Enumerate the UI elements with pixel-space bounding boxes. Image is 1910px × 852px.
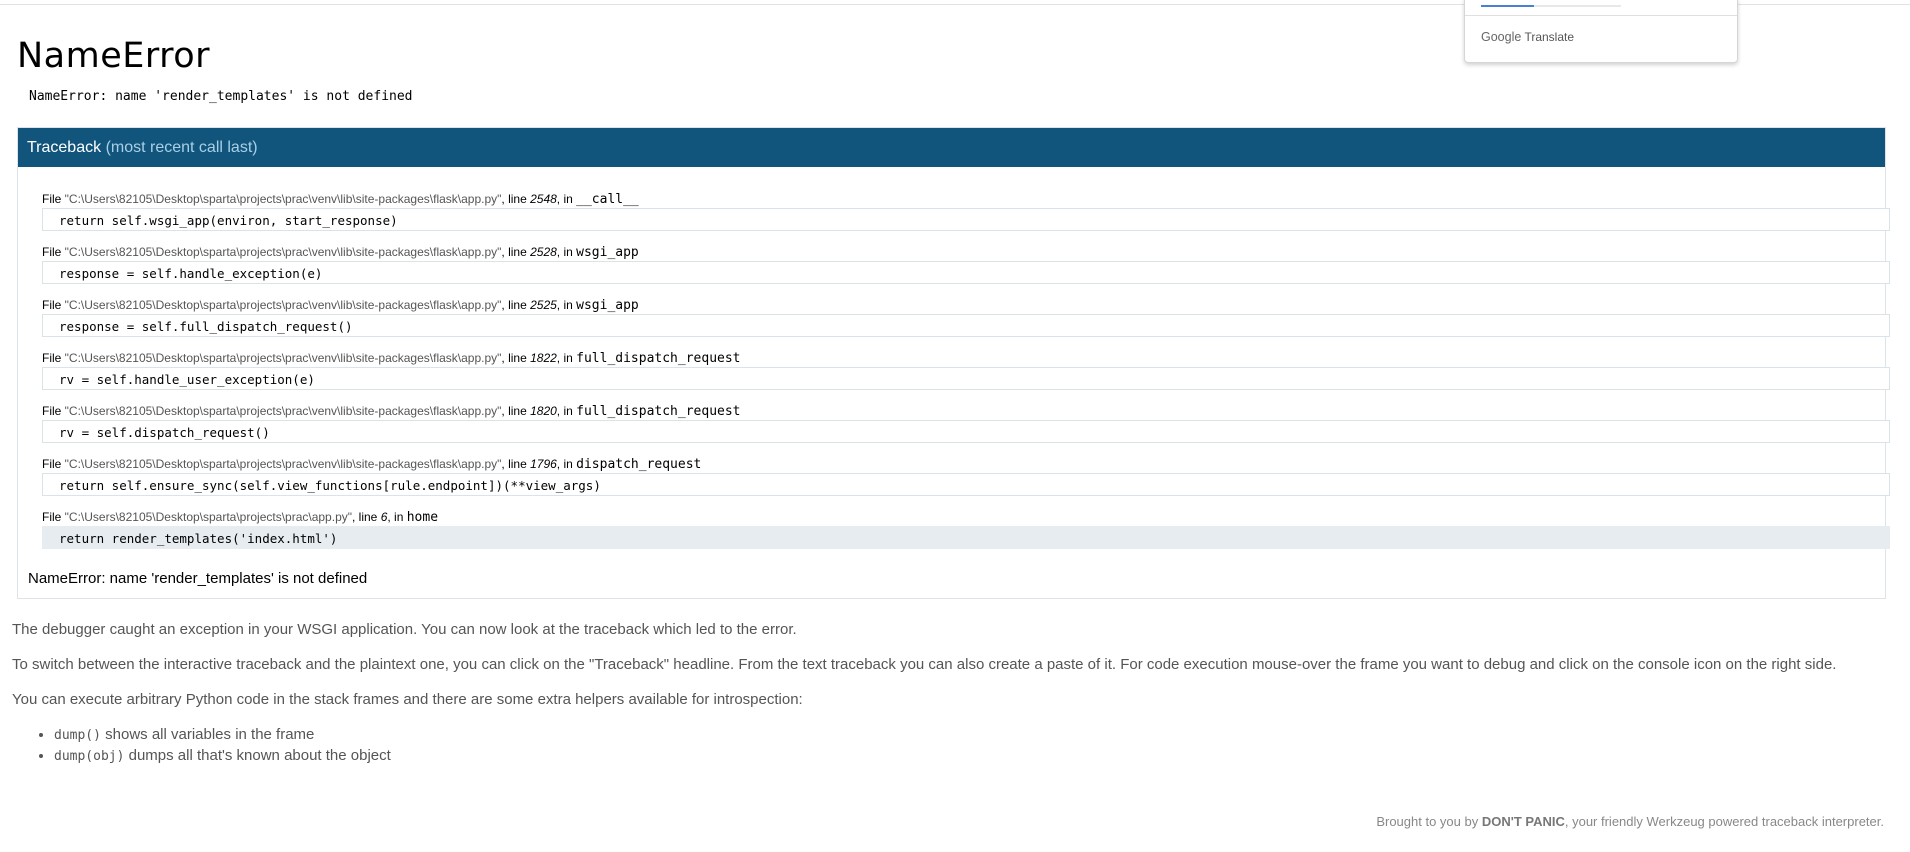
traceback-header-sub: (most recent call last) — [105, 139, 258, 156]
frame-location: File "C:\Users\82105\Desktop\sparta\proj… — [42, 508, 1890, 526]
explanation-paragraph: You can execute arbitrary Python code in… — [12, 691, 803, 708]
frame-code[interactable]: return render_templates('index.html') — [42, 526, 1890, 549]
frame-location: File "C:\Users\82105\Desktop\sparta\proj… — [42, 190, 1890, 208]
frame-line-number: 1796 — [530, 457, 557, 471]
frame-line-label: , line — [501, 245, 531, 259]
footer-brand: DON'T PANIC — [1481, 814, 1565, 829]
frame-in-label: , in — [556, 192, 577, 206]
frame-filename: "C:\Users\82105\Desktop\sparta\projects\… — [64, 457, 502, 471]
traceback-header-label[interactable]: Traceback — [27, 139, 101, 156]
frame-function: wsgi_app — [576, 245, 639, 260]
frame-prefix: File — [42, 404, 65, 418]
helper-list: dump() shows all variables in the frame … — [12, 725, 1862, 767]
final-error: NameError: name 'render_templates' is no… — [28, 570, 368, 587]
error-message: NameError: name 'render_templates' is no… — [29, 89, 413, 104]
frame-line-number: 2548 — [530, 192, 557, 206]
page-title: NameError — [17, 36, 211, 76]
traceback-frame[interactable]: File "C:\Users\82105\Desktop\sparta\proj… — [42, 296, 1890, 337]
traceback-frame[interactable]: File "C:\Users\82105\Desktop\sparta\proj… — [42, 455, 1890, 496]
frame-filename: "C:\Users\82105\Desktop\sparta\projects\… — [64, 298, 502, 312]
frame-line-label: , line — [501, 298, 531, 312]
frame-prefix: File — [42, 351, 65, 365]
google-logo-text: Google — [1481, 30, 1522, 44]
frame-function: wsgi_app — [576, 298, 639, 313]
explanation-paragraph: To switch between the interactive traceb… — [12, 656, 1837, 673]
frame-prefix: File — [42, 510, 65, 524]
frame-line-label: , line — [501, 404, 531, 418]
frame-prefix: File — [42, 457, 65, 471]
frame-code[interactable]: rv = self.dispatch_request() — [42, 420, 1890, 443]
explanation-paragraph: The debugger caught an exception in your… — [12, 621, 797, 638]
frame-function: __call__ — [576, 192, 639, 207]
frame-filename: "C:\Users\82105\Desktop\sparta\projects\… — [64, 404, 502, 418]
frame-code[interactable]: rv = self.handle_user_exception(e) — [42, 367, 1890, 390]
google-translate-popup[interactable]: Google Translate — [1464, 0, 1738, 63]
frame-code[interactable]: response = self.full_dispatch_request() — [42, 314, 1890, 337]
helper-text: shows all variables in the frame — [100, 726, 315, 743]
google-translate-label: Google Translate — [1481, 30, 1574, 44]
divider — [1465, 15, 1737, 16]
translate-progress-fill — [1481, 5, 1535, 7]
traceback-header[interactable]: Traceback (most recent call last) — [18, 128, 1885, 167]
frame-in-label: , in — [556, 351, 577, 365]
traceback-frame[interactable]: File "C:\Users\82105\Desktop\sparta\proj… — [42, 190, 1890, 231]
frame-filename: "C:\Users\82105\Desktop\sparta\projects\… — [64, 192, 502, 206]
frame-line-number: 2528 — [530, 245, 557, 259]
frame-code[interactable]: return self.wsgi_app(environ, start_resp… — [42, 208, 1890, 231]
frame-in-label: , in — [556, 404, 577, 418]
frame-line-label: , line — [501, 457, 531, 471]
frame-line-label: , line — [501, 192, 531, 206]
traceback-frame[interactable]: File "C:\Users\82105\Desktop\sparta\proj… — [42, 508, 1890, 549]
frame-line-label: , line — [352, 510, 381, 524]
frame-line-number: 2525 — [530, 298, 557, 312]
list-item: dump(obj) dumps all that's known about t… — [54, 746, 1862, 767]
frame-location: File "C:\Users\82105\Desktop\sparta\proj… — [42, 296, 1890, 314]
footer-suffix: , your friendly Werkzeug powered traceba… — [1564, 814, 1884, 829]
frame-list: File "C:\Users\82105\Desktop\sparta\proj… — [42, 190, 1890, 561]
traceback-frame[interactable]: File "C:\Users\82105\Desktop\sparta\proj… — [42, 349, 1890, 390]
traceback-panel: Traceback (most recent call last) File "… — [17, 127, 1890, 599]
traceback-frame[interactable]: File "C:\Users\82105\Desktop\sparta\proj… — [42, 402, 1890, 443]
frame-prefix: File — [42, 298, 65, 312]
frame-code[interactable]: response = self.handle_exception(e) — [42, 261, 1890, 284]
helper-text: dumps all that's known about the object — [124, 747, 391, 764]
frame-line-number: 1822 — [530, 351, 557, 365]
list-item: dump() shows all variables in the frame — [54, 725, 1862, 746]
frame-location: File "C:\Users\82105\Desktop\sparta\proj… — [42, 455, 1890, 473]
footer-prefix: Brought to you by — [1376, 814, 1482, 829]
frame-filename: "C:\Users\82105\Desktop\sparta\projects\… — [64, 510, 352, 524]
traceback-frame[interactable]: File "C:\Users\82105\Desktop\sparta\proj… — [42, 243, 1890, 284]
frame-function: dispatch_request — [576, 457, 702, 472]
frame-location: File "C:\Users\82105\Desktop\sparta\proj… — [42, 349, 1890, 367]
frame-in-label: , in — [556, 457, 577, 471]
translate-progress-bar — [1481, 5, 1621, 7]
frame-in-label: , in — [556, 245, 577, 259]
frame-location: File "C:\Users\82105\Desktop\sparta\proj… — [42, 243, 1890, 261]
frame-prefix: File — [42, 245, 65, 259]
translate-text: Translate — [1524, 30, 1575, 44]
explanation: The debugger caught an exception in your… — [12, 620, 1862, 767]
frame-prefix: File — [42, 192, 65, 206]
frame-location: File "C:\Users\82105\Desktop\sparta\proj… — [42, 402, 1890, 420]
frame-filename: "C:\Users\82105\Desktop\sparta\projects\… — [64, 245, 502, 259]
frame-in-label: , in — [387, 510, 407, 524]
frame-code[interactable]: return self.ensure_sync(self.view_functi… — [42, 473, 1890, 496]
frame-function: home — [406, 510, 439, 525]
footer: Brought to you by DON'T PANIC, your frie… — [1376, 814, 1884, 829]
frame-in-label: , in — [556, 298, 577, 312]
frame-function: full_dispatch_request — [576, 404, 741, 419]
frame-line-label: , line — [501, 351, 531, 365]
frame-filename: "C:\Users\82105\Desktop\sparta\projects\… — [64, 351, 502, 365]
helper-code: dump(obj) — [54, 749, 125, 764]
helper-code: dump() — [54, 728, 101, 743]
frame-line-number: 1820 — [530, 404, 557, 418]
frame-function: full_dispatch_request — [576, 351, 741, 366]
